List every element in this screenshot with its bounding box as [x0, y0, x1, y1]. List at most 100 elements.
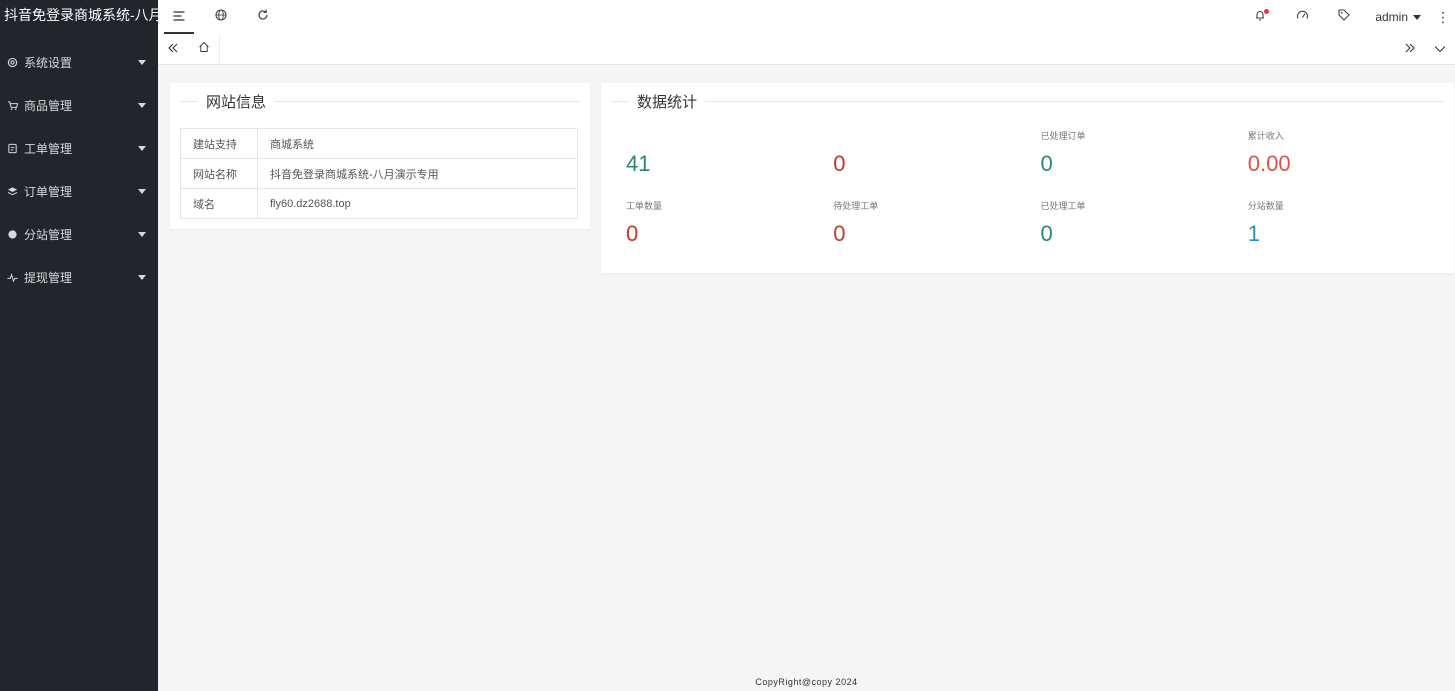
table-value: 抖音免登录商城系统-八月演示专用 — [257, 158, 578, 189]
table-row: 域名 fly60.dz2688.top — [180, 188, 578, 219]
divider — [705, 100, 1444, 102]
stat-value: 0 — [1040, 151, 1053, 176]
double-chevron-right-icon — [1404, 40, 1416, 58]
table-row: 网站名称 抖音免登录商城系统-八月演示专用 — [180, 158, 578, 189]
tag-icon — [1338, 8, 1351, 26]
divider — [180, 100, 198, 102]
notification-button[interactable] — [1239, 0, 1281, 34]
sidebar-menu: 系统设置 商品管理 工单管理 订单管理 分站管理 提现管理 — [0, 41, 158, 299]
caret-down-icon — [1413, 14, 1421, 20]
header-right: admin ⋮ — [1239, 0, 1455, 34]
stat-label: 累计收入 — [1247, 131, 1284, 141]
table-key: 建站支持 — [180, 128, 258, 159]
sidebar-item-label: 提现管理 — [24, 271, 73, 285]
caret-down-icon — [138, 275, 146, 280]
stats-card: 数据统计 41 0 已处理订单 0 累计收入 0.00 工单数量 0 待处理工单 0 已处理工单 0 分… — [601, 83, 1454, 273]
stat-value: 0 — [833, 151, 846, 176]
caret-down-icon — [138, 103, 146, 108]
username: admin — [1375, 10, 1408, 24]
table-key: 域名 — [180, 188, 258, 219]
more-vertical-icon: ⋮ — [1436, 8, 1450, 25]
stat-item: 41 — [613, 125, 820, 195]
table-value: 商城系统 — [257, 128, 578, 159]
sidebar-item-label: 订单管理 — [24, 185, 73, 199]
refresh-icon — [257, 8, 269, 26]
user-menu[interactable]: admin — [1365, 0, 1431, 34]
refresh-button[interactable] — [242, 0, 284, 34]
table-key: 网站名称 — [180, 158, 258, 189]
sidebar-item-label: 系统设置 — [24, 56, 73, 70]
globe-button[interactable] — [200, 0, 242, 34]
sidebar-item-products[interactable]: 商品管理 — [0, 84, 158, 127]
table-value: fly60.dz2688.top — [257, 188, 578, 219]
stat-value: 0 — [833, 221, 846, 246]
stat-value: 0.00 — [1247, 151, 1291, 176]
sidebar: 抖音免登录商城系统-八月 系统设置 商品管理 工单管理 订单管理 分站管理 提现… — [0, 0, 158, 691]
caret-down-icon — [138, 146, 146, 151]
stat-item: 分站数量 1 — [1235, 195, 1442, 265]
stat-item: 已处理工单 0 — [1028, 195, 1235, 265]
tag-button[interactable] — [1323, 0, 1365, 34]
site-info-table: 建站支持 商城系统 网站名称 抖音免登录商城系统-八月演示专用 域名 fly60… — [180, 128, 578, 219]
more-button[interactable]: ⋮ — [1431, 0, 1455, 34]
stat-item: 累计收入 0.00 — [1235, 125, 1442, 195]
stats-title: 数据统计 — [637, 93, 698, 111]
tab-bar — [158, 34, 1455, 65]
stat-label: 已处理工单 — [1040, 201, 1086, 211]
tab-dropdown-button[interactable] — [1425, 34, 1455, 64]
caret-down-icon — [138, 60, 146, 65]
sidebar-item-label: 工单管理 — [24, 142, 73, 156]
stat-label — [833, 129, 1014, 143]
caret-down-icon — [138, 189, 146, 194]
stat-label: 工单数量 — [626, 201, 663, 211]
stats-header: 数据统计 — [601, 83, 1454, 119]
sidebar-item-label: 分站管理 — [24, 228, 73, 242]
site-info-title: 网站信息 — [206, 93, 267, 111]
home-icon — [198, 40, 210, 58]
tab-scroll-left-button[interactable] — [158, 34, 188, 64]
layers-icon — [5, 185, 19, 199]
sidebar-item-tickets[interactable]: 工单管理 — [0, 127, 158, 170]
theme-button[interactable] — [1281, 0, 1323, 34]
sidebar-item-orders[interactable]: 订单管理 — [0, 170, 158, 213]
divider — [611, 100, 629, 102]
menu-toggle-icon — [173, 8, 185, 26]
main-content: 网站信息 建站支持 商城系统 网站名称 抖音免登录商城系统-八月演示专用 域名 … — [158, 66, 1455, 691]
table-row: 建站支持 商城系统 — [180, 128, 578, 159]
double-chevron-left-icon — [167, 40, 179, 58]
circle-icon — [5, 228, 19, 242]
globe-icon — [215, 8, 227, 26]
tab-bar-right — [1395, 34, 1455, 64]
footer-copyright: CopyRight@copy 2024 — [755, 677, 858, 687]
top-header: admin ⋮ — [158, 0, 1455, 34]
tab-home[interactable] — [188, 34, 220, 64]
stat-value: 41 — [626, 151, 651, 176]
stat-item: 0 — [820, 125, 1027, 195]
stats-grid: 41 0 已处理订单 0 累计收入 0.00 工单数量 0 待处理工单 0 已处理工单 0 分站数量 1 — [601, 119, 1454, 265]
cart-icon — [5, 99, 19, 113]
ticket-icon — [5, 142, 19, 156]
stat-label: 已处理订单 — [1040, 131, 1086, 141]
stat-label: 分站数量 — [1247, 201, 1284, 211]
notification-dot — [1264, 9, 1270, 14]
stat-item: 已处理订单 0 — [1028, 125, 1235, 195]
gear-icon — [5, 56, 19, 70]
app-logo-title[interactable]: 抖音免登录商城系统-八月 — [0, 0, 158, 30]
stat-value: 1 — [1247, 221, 1260, 246]
stat-value: 0 — [626, 221, 639, 246]
tab-scroll-right-button[interactable] — [1395, 34, 1425, 64]
stat-item: 待处理工单 0 — [820, 195, 1027, 265]
divider — [274, 100, 580, 102]
stat-value: 0 — [1040, 221, 1053, 246]
sidebar-item-label: 商品管理 — [24, 99, 73, 113]
sidebar-item-withdrawals[interactable]: 提现管理 — [0, 256, 158, 299]
menu-toggle-button[interactable] — [158, 0, 200, 34]
site-info-card: 网站信息 建站支持 商城系统 网站名称 抖音免登录商城系统-八月演示专用 域名 … — [170, 83, 590, 229]
sidebar-item-substations[interactable]: 分站管理 — [0, 213, 158, 256]
caret-down-icon — [138, 232, 146, 237]
sidebar-item-system-settings[interactable]: 系统设置 — [0, 41, 158, 84]
chevron-down-icon — [1434, 40, 1446, 58]
stat-label — [626, 129, 807, 143]
site-info-header: 网站信息 — [170, 83, 590, 119]
theme-icon — [1296, 8, 1309, 26]
